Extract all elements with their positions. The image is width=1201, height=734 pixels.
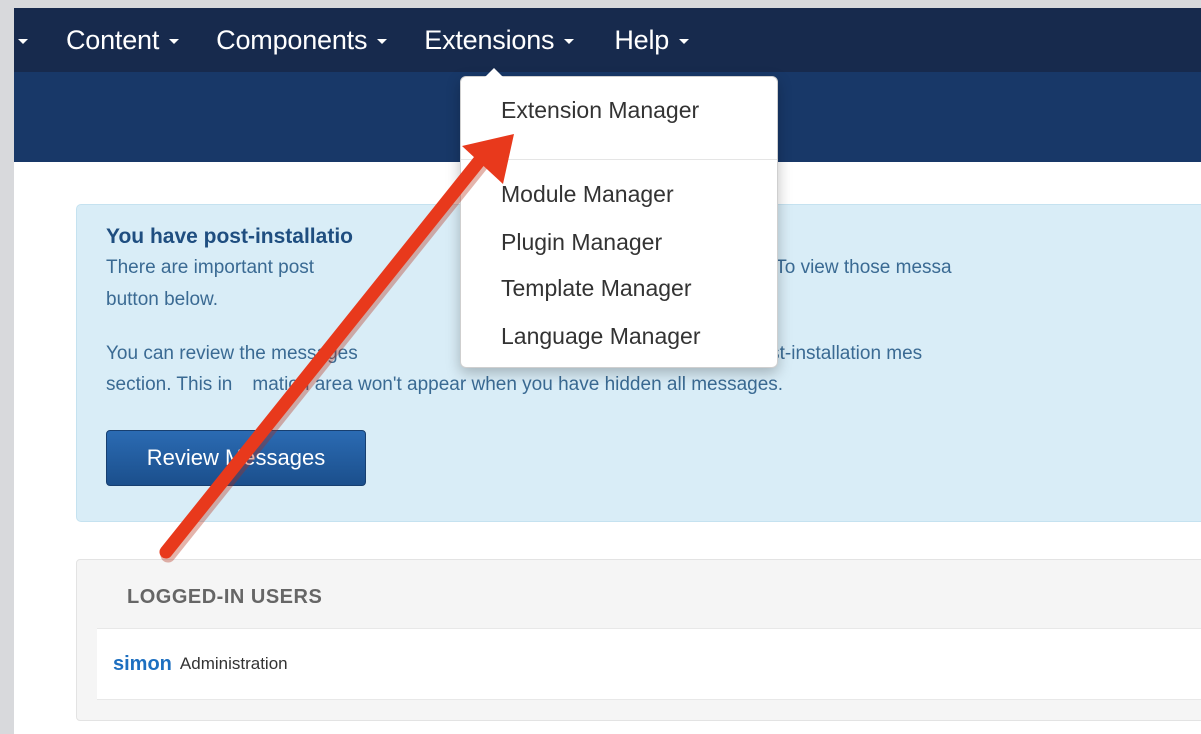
menu-item-module-manager[interactable]: Module Manager [501, 181, 674, 208]
nav-content[interactable]: Content [66, 8, 180, 72]
alert-line-4: section. This in mation area won't appear… [106, 370, 783, 400]
chevron-down-icon [564, 39, 575, 44]
user-link[interactable]: simon [113, 653, 172, 676]
menu-item-language-manager[interactable]: Language Manager [501, 323, 701, 350]
alert-line-3-head: You can review the [106, 343, 266, 364]
table-row: simon Administration [97, 628, 1201, 700]
alert-line-1-head: There are important post [106, 257, 315, 278]
top-navbar: Content Components Extensions Help [14, 8, 1201, 72]
alert-title: You have post-installatio [106, 225, 353, 248]
chevron-down-icon [18, 39, 28, 44]
nav-help-label: Help [614, 24, 670, 55]
panel-header: LOGGED-IN USERS [127, 586, 323, 608]
chevron-down-icon [169, 39, 180, 44]
alert-line-3-mid: messages [271, 343, 358, 364]
menu-item-plugin-manager[interactable]: Plugin Manager [501, 229, 662, 256]
nav-extensions-label: Extensions [424, 24, 555, 55]
nav-components-label: Components [216, 24, 368, 55]
alert-line-4-tail: mation area won't appear when you have h… [252, 374, 784, 395]
nav-help[interactable]: Help [614, 8, 690, 72]
extensions-dropdown-menu: Extension Manager Module Manager Plugin … [460, 68, 778, 368]
nav-extensions[interactable]: Extensions [424, 8, 575, 72]
nav-components[interactable]: Components [216, 8, 388, 72]
logged-in-users-panel: LOGGED-IN USERS simon Administration [76, 559, 1201, 721]
nav-content-label: Content [66, 24, 160, 55]
user-role: Administration [179, 654, 288, 673]
nav-menu-truncated[interactable] [14, 8, 28, 72]
menu-divider [461, 159, 777, 160]
review-messages-button[interactable]: Review Messages [106, 430, 366, 486]
menu-item-template-manager[interactable]: Template Manager [501, 275, 692, 302]
alert-line-2: button below. [106, 289, 218, 310]
alert-line-4-head: section. This in [106, 374, 233, 395]
admin-window: Content Components Extensions Help You h… [14, 8, 1201, 734]
chevron-down-icon [377, 39, 388, 44]
menu-item-extension-manager[interactable]: Extension Manager [501, 97, 699, 124]
chevron-down-icon [679, 39, 690, 44]
